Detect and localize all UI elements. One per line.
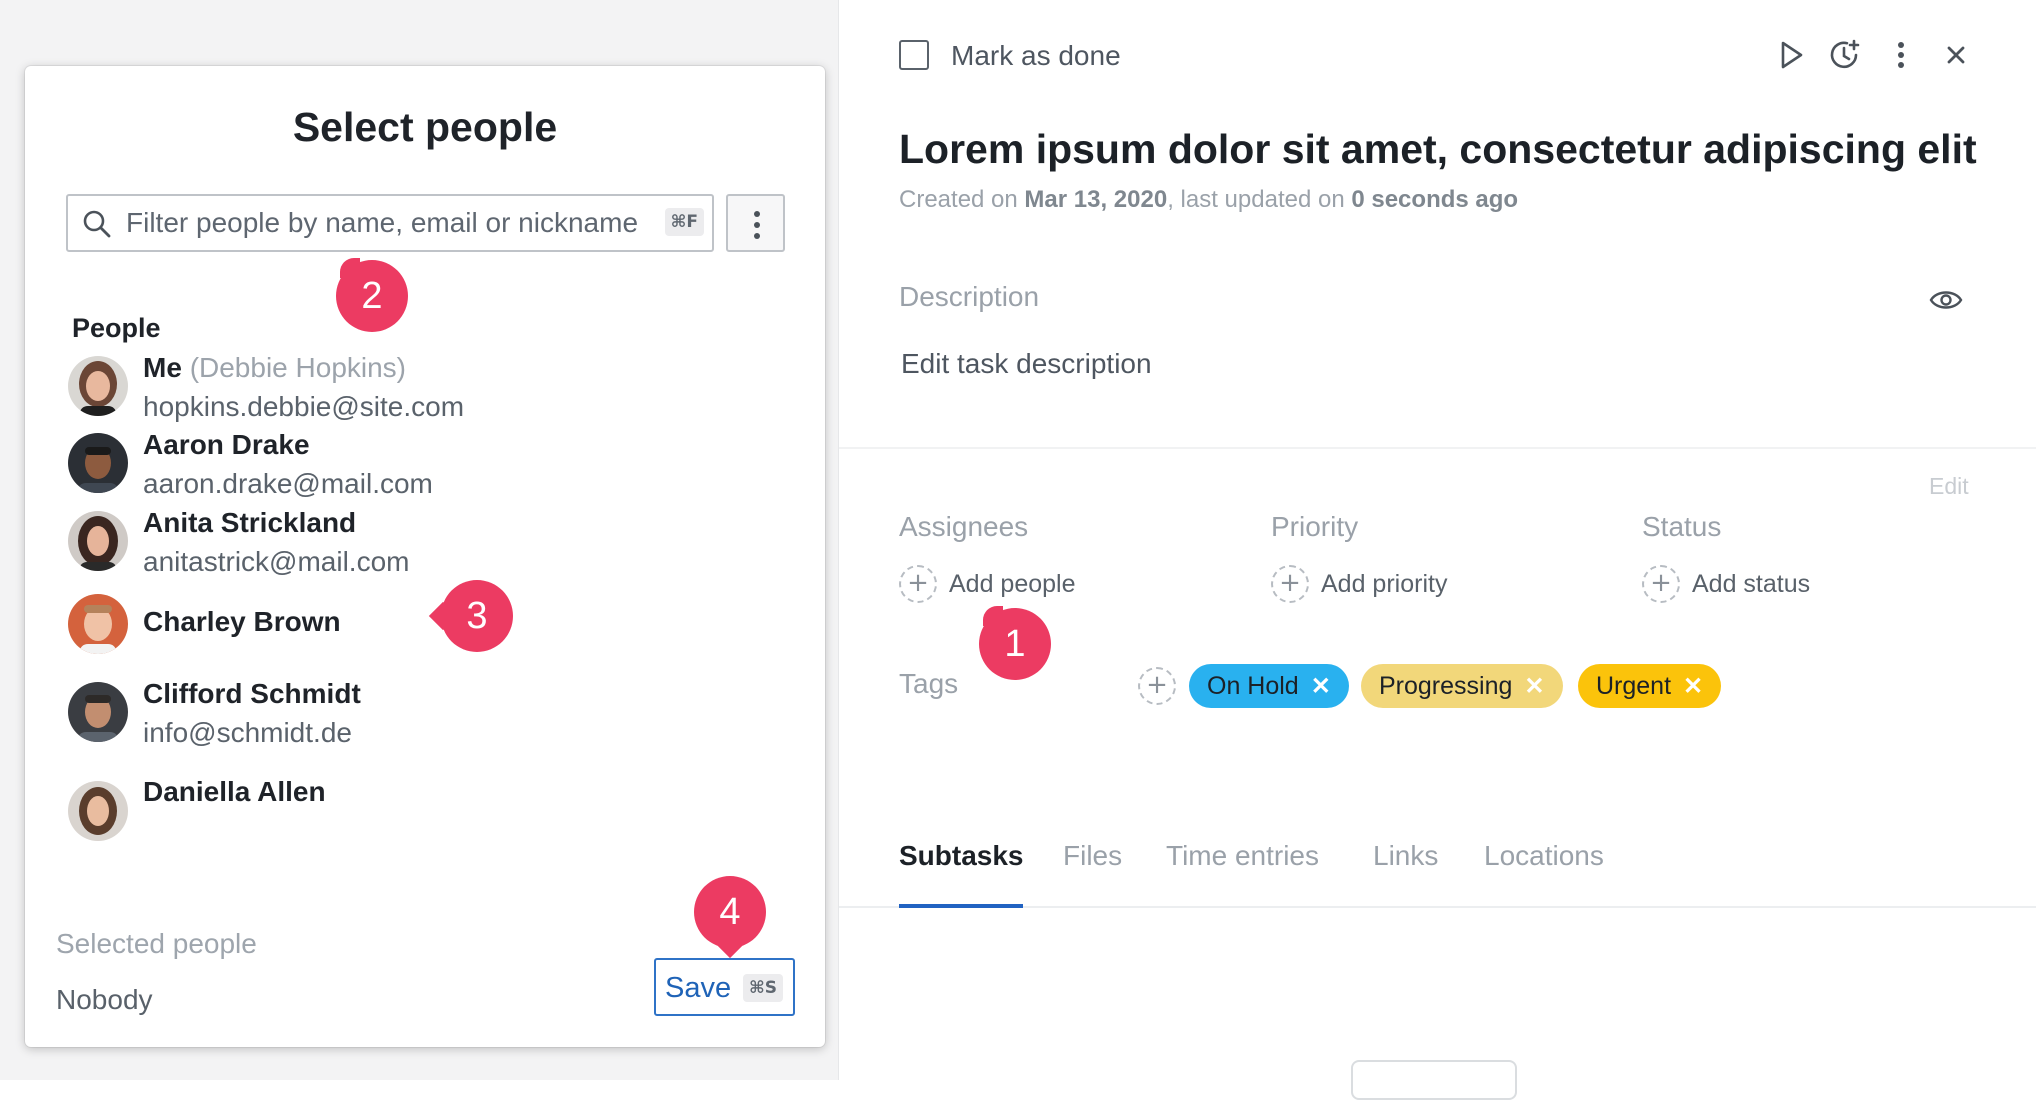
- person-name: Me: [143, 352, 182, 383]
- tag-progressing: Progressing ✕: [1361, 664, 1563, 708]
- people-section-label: People: [72, 313, 161, 343]
- add-status-label: Add status: [1692, 570, 1811, 598]
- tab-files[interactable]: Files: [1063, 840, 1122, 872]
- person-name: Daniella Allen: [143, 776, 326, 807]
- search-field[interactable]: ⌘F: [66, 194, 714, 252]
- description-label: Description: [899, 281, 1040, 312]
- plus-icon: +: [899, 565, 937, 603]
- person-email: info@schmidt.de: [143, 717, 352, 748]
- callout-4: 4: [694, 876, 766, 948]
- person-item-charley-brown[interactable]: Charley Brown: [63, 580, 803, 670]
- person-name: Aaron Drake: [143, 429, 310, 460]
- save-button[interactable]: Save ⌘S: [654, 958, 795, 1016]
- add-people-button[interactable]: + Add people: [899, 565, 1099, 605]
- clock-add-icon[interactable]: [1828, 38, 1862, 72]
- play-icon[interactable]: [1774, 38, 1808, 72]
- mark-done-label[interactable]: Mark as done: [951, 40, 1121, 72]
- more-vertical-icon[interactable]: [1884, 38, 1918, 72]
- search-input[interactable]: [126, 202, 646, 244]
- avatar: [68, 433, 128, 493]
- callout-3: 3: [441, 580, 513, 652]
- plus-icon: +: [1642, 565, 1680, 603]
- person-email: hopkins.debbie@site.com: [143, 391, 465, 422]
- person-name: Charley Brown: [143, 606, 341, 637]
- callout-1: 1: [979, 606, 1051, 680]
- person-item-daniella-allen[interactable]: Daniella Allen: [63, 751, 803, 841]
- avatar: [68, 594, 128, 654]
- avatar: [68, 511, 128, 571]
- meta-updated-prefix: , last updated on: [1167, 186, 1352, 213]
- person-name: Clifford Schmidt: [143, 678, 361, 709]
- search-icon: [83, 210, 111, 238]
- tab-subtasks[interactable]: Subtasks: [899, 840, 1024, 872]
- active-tab-indicator: [899, 904, 1023, 908]
- empty-state-graphic: [1351, 1060, 1517, 1100]
- tab-links[interactable]: Links: [1373, 840, 1438, 872]
- plus-icon: +: [1271, 565, 1309, 603]
- save-button-label: Save: [665, 972, 732, 1004]
- callout-2: 2: [336, 258, 408, 332]
- person-email: aaron.drake@mail.com: [143, 468, 433, 499]
- eye-icon[interactable]: [1929, 286, 1963, 314]
- description-editor[interactable]: Edit task description: [901, 348, 1152, 380]
- person-item-aaron-drake[interactable]: Aaron Drake aaron.drake@mail.com: [63, 425, 803, 515]
- plus-icon: +: [1138, 667, 1176, 705]
- task-panel: Mark as done Lorem ipsum dolor sit amet,…: [838, 0, 2036, 1100]
- callout-number: 4: [719, 891, 741, 933]
- mark-done-checkbox[interactable]: [899, 40, 929, 70]
- tags-label: Tags: [899, 668, 959, 699]
- modal-title: Select people: [292, 104, 558, 150]
- tag-label: On Hold: [1207, 672, 1299, 700]
- status-label: Status: [1642, 511, 1722, 542]
- avatar: [68, 356, 128, 416]
- more-vertical-icon: [754, 211, 760, 244]
- tab-locations[interactable]: Locations: [1484, 840, 1604, 872]
- tag-label: Progressing: [1379, 672, 1513, 700]
- person-alias: (Debbie Hopkins): [189, 352, 407, 383]
- add-people-label: Add people: [949, 570, 1076, 598]
- task-title[interactable]: Lorem ipsum dolor sit amet, consectetur …: [899, 126, 1977, 173]
- tag-urgent: Urgent ✕: [1578, 664, 1722, 709]
- meta-created-prefix: Created on: [899, 186, 1025, 213]
- person-name: Anita Strickland: [143, 507, 357, 538]
- priority-label: Priority: [1271, 511, 1359, 542]
- edit-link[interactable]: Edit: [1929, 473, 1969, 500]
- meta-updated-value: 0 seconds ago: [1351, 186, 1519, 213]
- add-priority-label: Add priority: [1321, 570, 1448, 598]
- meta-created-date: Mar 13, 2020: [1024, 186, 1168, 213]
- assignees-label: Assignees: [899, 511, 1029, 542]
- avatar: [68, 781, 128, 841]
- remove-tag-icon[interactable]: ✕: [1311, 665, 1331, 709]
- callout-number: 3: [466, 595, 488, 637]
- selected-people-label: Selected people: [56, 928, 257, 959]
- task-meta: Created on Mar 13, 2020, last updated on…: [899, 186, 1518, 214]
- add-status-button[interactable]: + Add status: [1642, 565, 1842, 605]
- close-icon[interactable]: [1939, 38, 1973, 72]
- tab-time-entries[interactable]: Time entries: [1166, 840, 1319, 872]
- add-priority-button[interactable]: + Add priority: [1271, 565, 1471, 605]
- avatar: [68, 682, 128, 742]
- selected-people-value: Nobody: [56, 984, 153, 1015]
- remove-tag-icon[interactable]: ✕: [1524, 665, 1544, 709]
- callout-number: 2: [361, 275, 383, 317]
- tag-on-hold: On Hold ✕: [1189, 664, 1349, 708]
- save-shortcut-badge: ⌘S: [742, 974, 783, 1002]
- remove-tag-icon[interactable]: ✕: [1683, 665, 1703, 709]
- tag-label: Urgent: [1596, 672, 1672, 700]
- more-options-button[interactable]: [726, 194, 785, 252]
- callout-number: 1: [1004, 623, 1026, 665]
- person-email: anitastrick@mail.com: [143, 546, 410, 577]
- search-shortcut-badge: ⌘F: [664, 208, 704, 236]
- section-divider: [839, 447, 2036, 449]
